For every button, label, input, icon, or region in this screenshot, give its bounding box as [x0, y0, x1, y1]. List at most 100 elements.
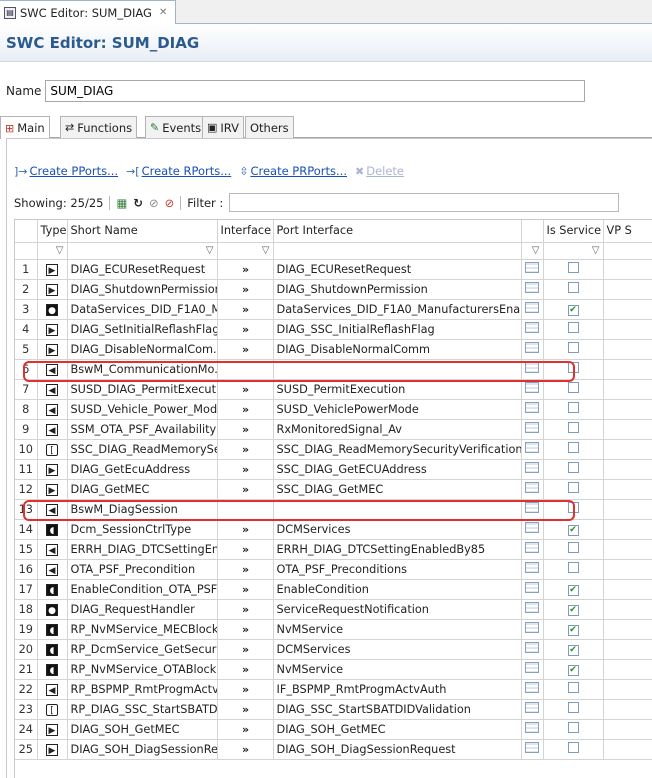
table-row[interactable]: 14 ◖ Dcm_SessionCtrlType» DCMServices ✔	[15, 519, 652, 540]
browse-icon[interactable]	[525, 622, 539, 633]
browse-icon[interactable]	[525, 742, 539, 753]
is-service-checkbox[interactable]	[567, 422, 579, 433]
short-name-cell[interactable]: SSC_DIAG_ReadMemorySe...	[67, 439, 218, 460]
port-interface-cell[interactable]: DIAG_SOH_DiagSessionRequest	[273, 739, 522, 760]
is-service-checkbox[interactable]	[567, 502, 579, 513]
browse-icon[interactable]	[525, 582, 539, 593]
browse-icon[interactable]	[525, 362, 539, 373]
is-service-checkbox[interactable]: ✔	[567, 665, 579, 676]
short-name-cell[interactable]: RP_BSPMP_RmtProgmActv...	[67, 679, 218, 700]
is-service-checkbox[interactable]: ✔	[567, 625, 579, 636]
table-row[interactable]: 24 ▶ DIAG_SOH_GetMEC» DIAG_SOH_GetMEC	[15, 719, 652, 740]
short-name-cell[interactable]: OTA_PSF_Precondition	[67, 559, 218, 580]
short-name-cell[interactable]: DIAG_SOH_DiagSessionRe...	[67, 739, 218, 760]
is-service-checkbox[interactable]: ✔	[567, 585, 579, 596]
col-port-interface[interactable]: Port Interface	[273, 220, 522, 243]
is-service-checkbox[interactable]	[567, 282, 579, 293]
port-interface-cell[interactable]: OTA_PSF_Preconditions	[273, 559, 522, 580]
is-service-checkbox[interactable]	[567, 402, 579, 413]
table-row[interactable]: 17 ◖ EnableCondition_OTA_PSF» EnableConditi…	[15, 579, 652, 600]
short-name-cell[interactable]: DIAG_ECUResetRequest	[67, 259, 218, 280]
create-rports-link[interactable]: Create RPorts...	[142, 164, 232, 178]
name-input[interactable]	[45, 80, 586, 102]
editor-tab[interactable]: ▤ SWC Editor: SUM_DIAG ✕	[0, 0, 177, 24]
short-name-cell[interactable]: DIAG_GetMEC	[67, 479, 218, 500]
short-name-cell[interactable]: DIAG_DisableNormalCom...	[67, 339, 218, 360]
col-interface[interactable]: Interface	[217, 220, 274, 243]
short-name-cell[interactable]: DIAG_SetInitialReflashFlag	[67, 319, 218, 340]
short-name-cell[interactable]: SUSD_DIAG_PermitExecuti...	[67, 379, 218, 400]
browse-icon[interactable]	[525, 342, 539, 353]
browse-icon[interactable]	[525, 322, 539, 333]
filter-icon[interactable]: ▽	[217, 242, 274, 260]
port-interface-cell[interactable]: NvMService	[273, 619, 522, 640]
excel-icon[interactable]: ▦	[116, 196, 127, 210]
short-name-cell[interactable]: RP_NvMService_MECBlock	[67, 619, 218, 640]
short-name-cell[interactable]: Dcm_SessionCtrlType	[67, 519, 218, 540]
port-interface-cell[interactable]: ServiceRequestNotification	[273, 599, 522, 620]
is-service-checkbox[interactable]	[567, 462, 579, 473]
is-service-checkbox[interactable]	[567, 542, 579, 553]
table-row[interactable]: 9 ◀ SSM_OTA_PSF_Availability» RxMonitoredSi…	[15, 419, 652, 440]
table-row[interactable]: 5 ▶ DIAG_DisableNormalCom...» DIAG_DisableN…	[15, 339, 652, 360]
table-row[interactable]: 4 ▶ DIAG_SetInitialReflashFlag» DIAG_SSC_In…	[15, 319, 652, 340]
tab-others[interactable]: Others	[245, 116, 294, 138]
browse-icon[interactable]	[525, 282, 539, 293]
port-interface-cell[interactable]: DIAG_ShutdownPermission	[273, 279, 522, 300]
browse-icon[interactable]	[525, 402, 539, 413]
is-service-checkbox[interactable]	[567, 342, 579, 353]
create-pports-link[interactable]: Create PPorts...	[30, 164, 119, 178]
short-name-cell[interactable]: EnableCondition_OTA_PSF	[67, 579, 218, 600]
table-row[interactable]: 12 ▶ DIAG_GetMEC» SSC_DIAG_GetMEC	[15, 479, 652, 500]
port-interface-cell[interactable]: SUSD_VehiclePowerMode	[273, 399, 522, 420]
tab-main[interactable]: ⊞ Main	[0, 116, 50, 139]
is-service-checkbox[interactable]	[567, 702, 579, 713]
col-short-name[interactable]: Short Name	[67, 220, 218, 243]
port-interface-cell[interactable]: DIAG_DisableNormalComm	[273, 339, 522, 360]
short-name-cell[interactable]: RP_DIAG_SSC_StartSBATDI...	[67, 699, 218, 720]
port-interface-cell[interactable]: SSC_DIAG_ReadMemorySecurityVerification	[273, 439, 522, 460]
port-interface-cell[interactable]: DCMServices	[273, 519, 522, 540]
table-row[interactable]: 2 ▶ DIAG_ShutdownPermission» DIAG_ShutdownP…	[15, 279, 652, 300]
table-row[interactable]: 16 ◀ OTA_PSF_Precondition» OTA_PSF_Precondi…	[15, 559, 652, 580]
is-service-checkbox[interactable]: ✔	[567, 525, 579, 536]
port-interface-cell[interactable]: DIAG_SSC_StartSBATDIDValidation	[273, 699, 522, 720]
is-service-checkbox[interactable]	[567, 262, 579, 273]
port-interface-cell[interactable]: DIAG_SOH_GetMEC	[273, 719, 522, 740]
link-icon[interactable]: ⊘	[149, 196, 159, 210]
close-icon[interactable]: ✕	[159, 7, 167, 18]
short-name-cell[interactable]: ERRH_DIAG_DTCSettingEn...	[67, 539, 218, 560]
port-interface-cell[interactable]: NvMService	[273, 659, 522, 680]
short-name-cell[interactable]: RP_DcmService_GetSecurit...	[67, 639, 218, 660]
col-vp[interactable]: VP S	[603, 220, 652, 243]
col-is-service[interactable]: Is Service	[543, 220, 604, 243]
short-name-cell[interactable]: SUSD_Vehicle_Power_Mode	[67, 399, 218, 420]
clear-filter-icon[interactable]: ⊘	[165, 196, 175, 210]
port-interface-cell[interactable]: DIAG_SSC_InitialReflashFlag	[273, 319, 522, 340]
table-row[interactable]: 23 [RP_DIAG_SSC_StartSBATDI...» DIAG_SSC_S…	[15, 699, 652, 720]
table-row[interactable]: 10 [SSC_DIAG_ReadMemorySe...» SSC_DIAG_Rea…	[15, 439, 652, 460]
table-row[interactable]: 6 ◀ BswM_CommunicationMo...	[15, 359, 652, 380]
is-service-checkbox[interactable]	[567, 382, 579, 393]
is-service-checkbox[interactable]: ✔	[567, 305, 579, 316]
is-service-checkbox[interactable]	[567, 562, 579, 573]
tab-irv[interactable]: ▣ IRV	[202, 116, 245, 138]
browse-icon[interactable]	[525, 522, 539, 533]
table-row[interactable]: 15 ◀ ERRH_DIAG_DTCSettingEn...» ERRH_DIAG_D…	[15, 539, 652, 560]
port-interface-cell[interactable]	[273, 359, 522, 380]
tab-functions[interactable]: ⇄ Functions	[60, 116, 138, 138]
browse-icon[interactable]	[525, 542, 539, 553]
table-row[interactable]: 21 ◖ RP_NvMService_OTABlock» NvMService ✔	[15, 659, 652, 680]
short-name-cell[interactable]: RP_NvMService_OTABlock	[67, 659, 218, 680]
table-row[interactable]: 19 ◖ RP_NvMService_MECBlock» NvMService ✔	[15, 619, 652, 640]
table-row[interactable]: 25 ▶ DIAG_SOH_DiagSessionRe...» DIAG_SOH_Di…	[15, 739, 652, 760]
port-interface-cell[interactable]: EnableCondition	[273, 579, 522, 600]
table-row[interactable]: 8 ◀ SUSD_Vehicle_Power_Mode» SUSD_VehiclePo…	[15, 399, 652, 420]
is-service-checkbox[interactable]	[567, 482, 579, 493]
browse-icon[interactable]	[525, 662, 539, 673]
browse-icon[interactable]	[525, 382, 539, 393]
port-interface-cell[interactable]: SSC_DIAG_GetMEC	[273, 479, 522, 500]
browse-icon[interactable]	[525, 722, 539, 733]
short-name-cell[interactable]: BswM_CommunicationMo...	[67, 359, 218, 380]
filter-icon[interactable]: ▽	[67, 242, 218, 260]
